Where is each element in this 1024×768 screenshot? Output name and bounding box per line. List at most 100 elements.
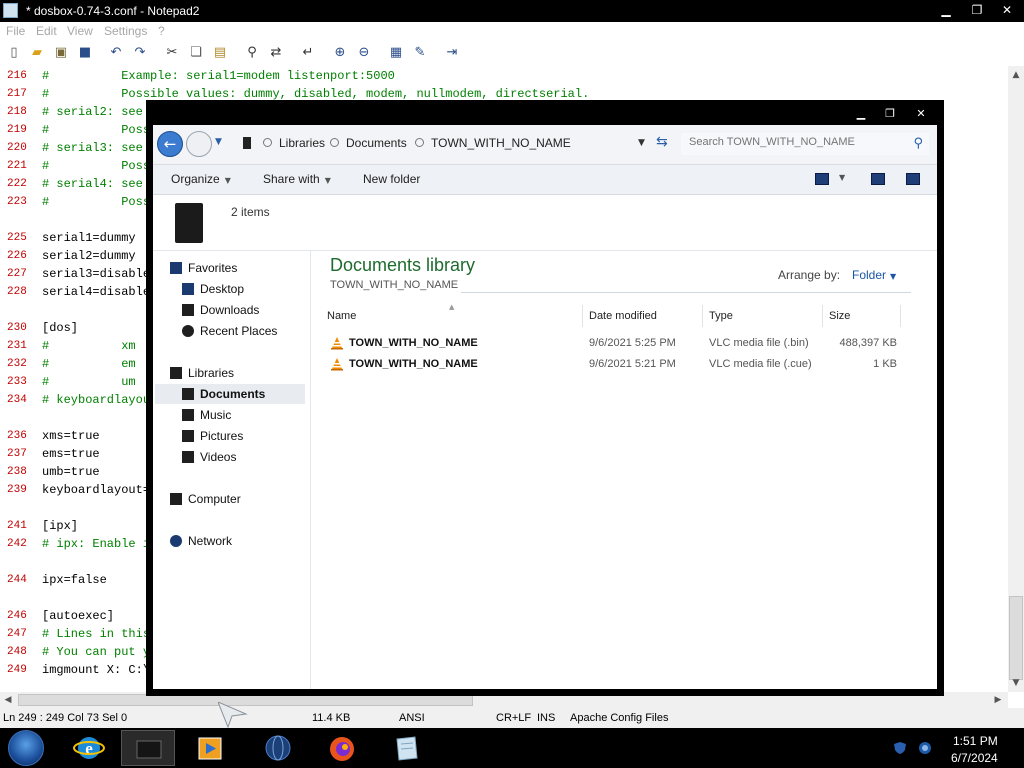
scheme-icon[interactable]: ▦ <box>387 44 405 62</box>
column-header-name[interactable]: Name <box>321 305 583 327</box>
search-box[interactable]: ⚲ <box>681 133 929 155</box>
menu-help[interactable]: ? <box>158 24 165 38</box>
exit-icon[interactable]: ⇥ <box>443 44 461 62</box>
maximize-button[interactable]: ❐ <box>965 3 989 18</box>
menu-settings[interactable]: Settings <box>104 24 147 38</box>
explorer-window: ▁ ❐ ✕ ← ▼ Libraries Documents TOWN_WITH_… <box>146 100 944 696</box>
change-view-icon[interactable] <box>815 173 829 185</box>
search-icon[interactable]: ⚲ <box>913 136 923 151</box>
taskbar-internet-explorer[interactable]: e <box>62 730 116 766</box>
refresh-icon[interactable]: ⇆ <box>656 134 668 150</box>
column-header-date[interactable]: Date modified <box>583 305 703 327</box>
column-header-size[interactable]: Size <box>823 305 901 327</box>
find-icon[interactable]: ⚲ <box>243 44 261 62</box>
open-folder-icon[interactable]: ▰ <box>28 44 46 62</box>
menu-view[interactable]: View <box>67 24 93 38</box>
nav-computer[interactable]: Computer <box>170 489 241 509</box>
replace-icon[interactable]: ⇄ <box>267 44 285 62</box>
paste-icon[interactable]: ▤ <box>211 44 229 62</box>
line-number: 221 <box>7 160 27 172</box>
scroll-right-arrow-icon[interactable]: ▶ <box>990 692 1006 708</box>
start-button[interactable] <box>8 730 44 766</box>
line-number: 236 <box>7 430 27 442</box>
scroll-up-arrow-icon[interactable]: ▲ <box>1008 68 1024 82</box>
line-number: 222 <box>7 178 27 190</box>
preview-pane-icon[interactable] <box>871 173 885 185</box>
forward-arrow-icon[interactable] <box>186 131 212 157</box>
taskbar-media-player[interactable] <box>183 730 237 766</box>
minimize-button[interactable]: ▁ <box>934 3 958 18</box>
menu-file[interactable]: File <box>6 24 25 38</box>
search-input[interactable] <box>689 136 889 148</box>
file-row[interactable]: TOWN_WITH_NO_NAME 9/6/2021 5:21 PM VLC m… <box>311 354 937 374</box>
recent-pages-chevron-icon[interactable]: ▼ <box>215 137 222 147</box>
line-text: [dos] <box>42 321 79 335</box>
breadcrumb-separator-icon[interactable] <box>263 138 272 147</box>
notepad-titlebar: * dosbox-0.74-3.conf - Notepad2 ▁ ❐ ✕ <box>0 0 1024 22</box>
explorer-minimize-button[interactable]: ▁ <box>848 106 874 122</box>
save-icon[interactable]: ■ <box>76 44 94 62</box>
address-dropdown-icon[interactable]: ▼ <box>638 138 645 148</box>
undo-icon[interactable]: ↶ <box>107 44 125 62</box>
browse-icon[interactable]: ▣ <box>52 44 70 62</box>
column-header-type[interactable]: Type <box>703 305 823 327</box>
copy-icon[interactable]: ❏ <box>187 44 205 62</box>
cut-icon[interactable]: ✂ <box>163 44 181 62</box>
line-number: 248 <box>7 646 27 658</box>
vertical-scroll-thumb[interactable] <box>1009 596 1023 680</box>
nav-network[interactable]: Network <box>170 531 232 551</box>
nav-music[interactable]: Music <box>182 405 231 425</box>
taskbar-globe-app[interactable] <box>251 730 305 766</box>
line-number: 246 <box>7 610 27 622</box>
computer-icon <box>170 493 182 505</box>
arrange-by-dropdown[interactable]: Folder ▼ <box>852 268 896 282</box>
taskbar-notepad2[interactable] <box>379 730 433 766</box>
nav-videos[interactable]: Videos <box>182 447 236 467</box>
share-with-button[interactable]: Share with ▼ <box>263 172 331 186</box>
line-text: [ipx] <box>42 519 79 533</box>
redo-icon[interactable]: ↷ <box>131 44 149 62</box>
file-size: 488,397 KB <box>839 337 898 349</box>
explorer-close-button[interactable]: ✕ <box>908 106 934 122</box>
clock-time[interactable]: 1:51 PM <box>953 734 998 748</box>
nav-pictures[interactable]: Pictures <box>182 426 243 446</box>
scroll-down-arrow-icon[interactable]: ▼ <box>1008 676 1024 690</box>
nav-libraries-label: Libraries <box>188 366 235 380</box>
explorer-maximize-button[interactable]: ❐ <box>877 106 903 122</box>
line-number: 239 <box>7 484 27 496</box>
breadcrumb-separator-icon[interactable] <box>415 138 424 147</box>
breadcrumb-current-folder[interactable]: TOWN_WITH_NO_NAME <box>431 136 571 150</box>
breadcrumb-documents[interactable]: Documents <box>346 136 407 150</box>
word-wrap-icon[interactable]: ↵ <box>299 44 317 62</box>
back-arrow-icon[interactable]: ← <box>157 131 183 157</box>
file-row[interactable]: TOWN_WITH_NO_NAME 9/6/2021 5:25 PM VLC m… <box>311 333 937 353</box>
nav-downloads[interactable]: Downloads <box>182 300 259 320</box>
nav-libraries[interactable]: Libraries <box>170 363 234 383</box>
breadcrumb-libraries[interactable]: Libraries <box>279 136 325 150</box>
help-icon[interactable] <box>906 173 920 185</box>
insert-mode: INS <box>537 712 556 724</box>
nav-recent-places[interactable]: Recent Places <box>182 321 277 341</box>
line-number: 227 <box>7 268 27 280</box>
new-file-icon[interactable]: ▯ <box>5 44 23 62</box>
breadcrumb-separator-icon[interactable] <box>330 138 339 147</box>
nav-favorites[interactable]: Favorites <box>170 258 237 278</box>
menu-edit[interactable]: Edit <box>36 24 57 38</box>
customize-icon[interactable]: ✎ <box>411 44 429 62</box>
nav-desktop[interactable]: Desktop <box>182 279 244 299</box>
nav-documents[interactable]: Documents <box>155 384 305 404</box>
clock-date[interactable]: 6/7/2024 <box>951 751 998 765</box>
vertical-scrollbar[interactable]: ▲ ▼ <box>1008 66 1024 692</box>
taskbar-firefox[interactable] <box>315 730 369 766</box>
new-folder-button[interactable]: New folder <box>363 172 420 186</box>
line-number: 242 <box>7 538 27 550</box>
close-button[interactable]: ✕ <box>995 3 1019 18</box>
view-options-chevron-icon[interactable]: ▼ <box>839 173 845 182</box>
taskbar-explorer[interactable] <box>121 730 175 766</box>
zoom-in-icon[interactable]: ⊕ <box>331 44 349 62</box>
security-shield-icon[interactable] <box>893 741 907 755</box>
scroll-left-arrow-icon[interactable]: ◀ <box>0 692 16 708</box>
network-tray-icon[interactable] <box>918 741 932 755</box>
organize-button[interactable]: Organize ▼ <box>171 172 231 186</box>
zoom-out-icon[interactable]: ⊖ <box>355 44 373 62</box>
